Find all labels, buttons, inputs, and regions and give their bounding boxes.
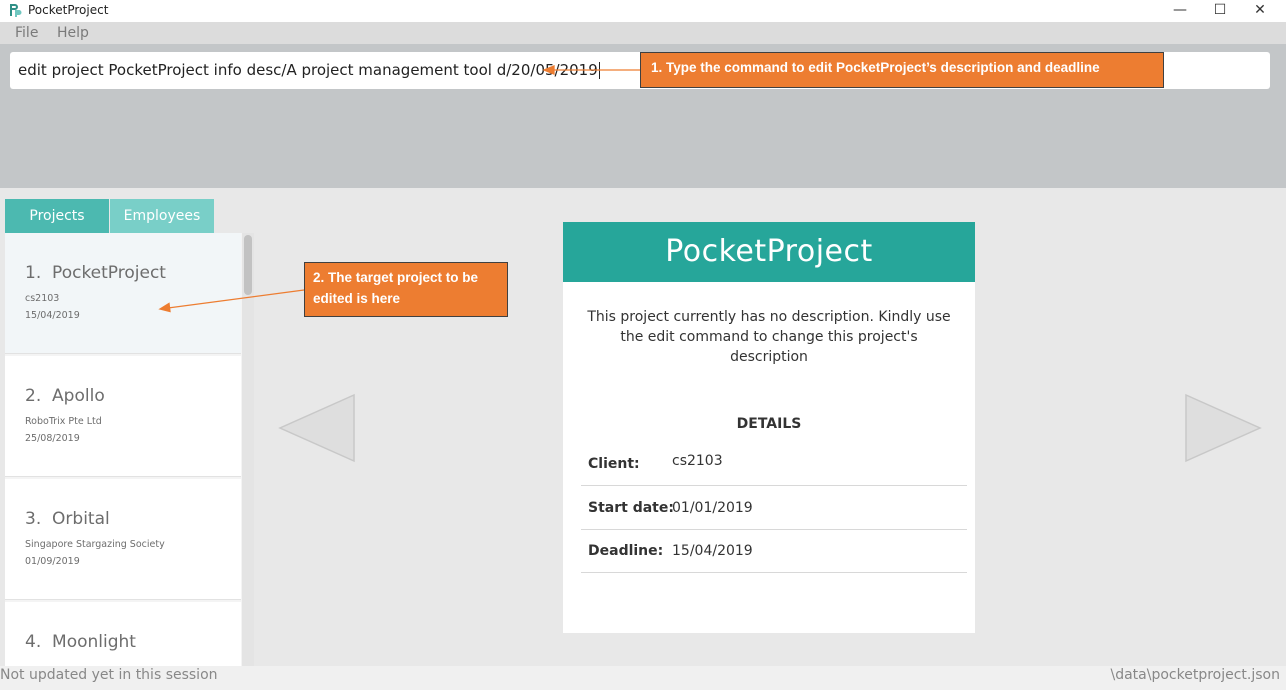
project-title: 4. Moonlight — [25, 632, 136, 652]
project-client: RoboTrix Pte Ltd — [25, 416, 102, 427]
project-index: 2. — [25, 386, 42, 406]
project-date: 15/04/2019 — [25, 310, 80, 321]
project-client: cs2103 — [25, 293, 60, 304]
details-heading: DETAILS — [736, 416, 802, 432]
app-logo-icon — [10, 4, 22, 17]
list-item[interactable]: 3. Orbital Singapore Stargazing Society … — [5, 479, 241, 600]
callout-step-2: 2. The target project to be edited is he… — [304, 262, 508, 317]
project-date: 25/08/2019 — [25, 433, 80, 444]
project-index: 4. — [25, 632, 42, 652]
status-bar: Not updated yet in this session \data\po… — [0, 666, 1286, 690]
project-card: PocketProject This project currently has… — [563, 222, 975, 633]
tab-projects[interactable]: Projects — [5, 199, 109, 233]
project-name: Moonlight — [52, 632, 136, 652]
text-caret — [598, 62, 600, 79]
menu-help[interactable]: Help — [57, 25, 89, 41]
list-item[interactable]: 1. PocketProject cs2103 15/04/2019 — [5, 233, 241, 354]
card-title: PocketProject — [563, 222, 975, 282]
command-text: edit project PocketProject info desc/A p… — [18, 61, 600, 79]
menu-bar: File Help — [0, 22, 1286, 44]
project-title: 3. Orbital — [25, 509, 110, 529]
status-sync: Not updated yet in this session — [0, 667, 218, 683]
project-date: 01/09/2019 — [25, 556, 80, 567]
maximize-button[interactable]: ☐ — [1200, 0, 1240, 22]
client-label: Client: — [588, 456, 640, 472]
scrollbar-thumb[interactable] — [244, 235, 252, 295]
project-title: 1. PocketProject — [25, 263, 166, 283]
status-file-path: \data\pocketproject.json — [1110, 667, 1281, 683]
project-index: 3. — [25, 509, 42, 529]
main-area: Projects Employees 1. PocketProject cs21… — [0, 188, 1286, 666]
close-button[interactable]: ✕ — [1240, 0, 1280, 22]
title-bar: PocketProject — ☐ ✕ — [0, 0, 1286, 22]
minimize-button[interactable]: — — [1160, 0, 1200, 22]
deadline-label: Deadline: — [588, 543, 664, 559]
detail-row-client: Client: cs2103 — [581, 443, 967, 486]
project-name: PocketProject — [52, 263, 166, 283]
project-name: Apollo — [52, 386, 105, 406]
deadline-value: 15/04/2019 — [672, 543, 753, 559]
callout-step-1: 1. Type the command to edit PocketProjec… — [640, 52, 1164, 88]
start-date-value: 01/01/2019 — [672, 500, 753, 516]
client-value: cs2103 — [672, 453, 723, 469]
list-scrollbar[interactable] — [242, 233, 254, 666]
tab-employees[interactable]: Employees — [110, 199, 214, 233]
list-item[interactable]: 4. Moonlight — [5, 602, 241, 666]
project-client: Singapore Stargazing Society — [25, 539, 165, 550]
detail-row-deadline: Deadline: 15/04/2019 — [581, 530, 967, 573]
detail-row-start-date: Start date: 01/01/2019 — [581, 487, 967, 530]
project-list: 1. PocketProject cs2103 15/04/2019 2. Ap… — [5, 233, 254, 666]
project-name: Orbital — [52, 509, 110, 529]
command-value: edit project PocketProject info desc/A p… — [18, 61, 598, 79]
previous-arrow-icon[interactable] — [278, 393, 356, 463]
next-arrow-icon[interactable] — [1184, 393, 1262, 463]
list-item[interactable]: 2. Apollo RoboTrix Pte Ltd 25/08/2019 — [5, 356, 241, 477]
card-description: This project currently has no descriptio… — [587, 309, 951, 365]
project-title: 2. Apollo — [25, 386, 105, 406]
menu-file[interactable]: File — [15, 25, 38, 41]
start-date-label: Start date: — [588, 500, 674, 516]
project-index: 1. — [25, 263, 42, 283]
window-title: PocketProject — [28, 3, 109, 17]
